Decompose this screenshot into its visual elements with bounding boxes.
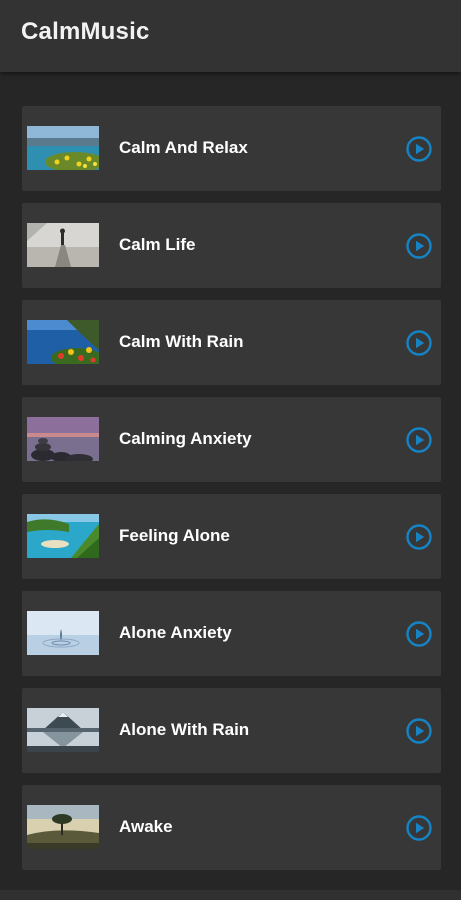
track-title: Feeling Alone bbox=[119, 526, 230, 545]
lake-flowers-icon bbox=[27, 126, 99, 170]
person-on-pier-icon bbox=[27, 223, 99, 267]
track-title: Awake bbox=[119, 817, 173, 836]
track-item-calm-and-relax[interactable]: Calm And Relax bbox=[22, 106, 441, 191]
play-circle-icon[interactable] bbox=[405, 329, 433, 357]
track-item-calming-anxiety[interactable]: Calming Anxiety bbox=[22, 397, 441, 482]
mountain-reflection-icon bbox=[27, 708, 99, 752]
track-title: Calming Anxiety bbox=[119, 429, 252, 448]
track-title: Calm With Rain bbox=[119, 332, 244, 351]
track-item-awake[interactable]: Awake bbox=[22, 785, 441, 870]
play-circle-icon[interactable] bbox=[405, 814, 433, 842]
track-item-feeling-alone[interactable]: Feeling Alone bbox=[22, 494, 441, 579]
lone-tree-sunrise-icon bbox=[27, 805, 99, 849]
stacked-stones-sunset-icon bbox=[27, 417, 99, 461]
track-item-alone-anxiety[interactable]: Alone Anxiety bbox=[22, 591, 441, 676]
play-circle-icon[interactable] bbox=[405, 426, 433, 454]
track-item-calm-with-rain[interactable]: Calm With Rain bbox=[22, 300, 441, 385]
track-list[interactable]: Calm And Relax Calm Life Calm With Rain … bbox=[0, 72, 461, 890]
water-drop-icon bbox=[27, 611, 99, 655]
app-title: CalmMusic bbox=[21, 18, 150, 45]
tropical-bay-icon bbox=[27, 514, 99, 558]
track-item-alone-with-rain[interactable]: Alone With Rain bbox=[22, 688, 441, 773]
play-circle-icon[interactable] bbox=[405, 135, 433, 163]
app-bar: CalmMusic bbox=[0, 0, 461, 72]
track-title: Calm And Relax bbox=[119, 138, 248, 157]
play-circle-icon[interactable] bbox=[405, 717, 433, 745]
bottom-strip bbox=[0, 890, 461, 900]
track-title: Alone With Rain bbox=[119, 720, 250, 739]
track-title: Calm Life bbox=[119, 235, 196, 254]
play-circle-icon[interactable] bbox=[405, 523, 433, 551]
play-circle-icon[interactable] bbox=[405, 620, 433, 648]
track-title: Alone Anxiety bbox=[119, 623, 232, 642]
track-item-calm-life[interactable]: Calm Life bbox=[22, 203, 441, 288]
coast-flowers-icon bbox=[27, 320, 99, 364]
play-circle-icon[interactable] bbox=[405, 232, 433, 260]
